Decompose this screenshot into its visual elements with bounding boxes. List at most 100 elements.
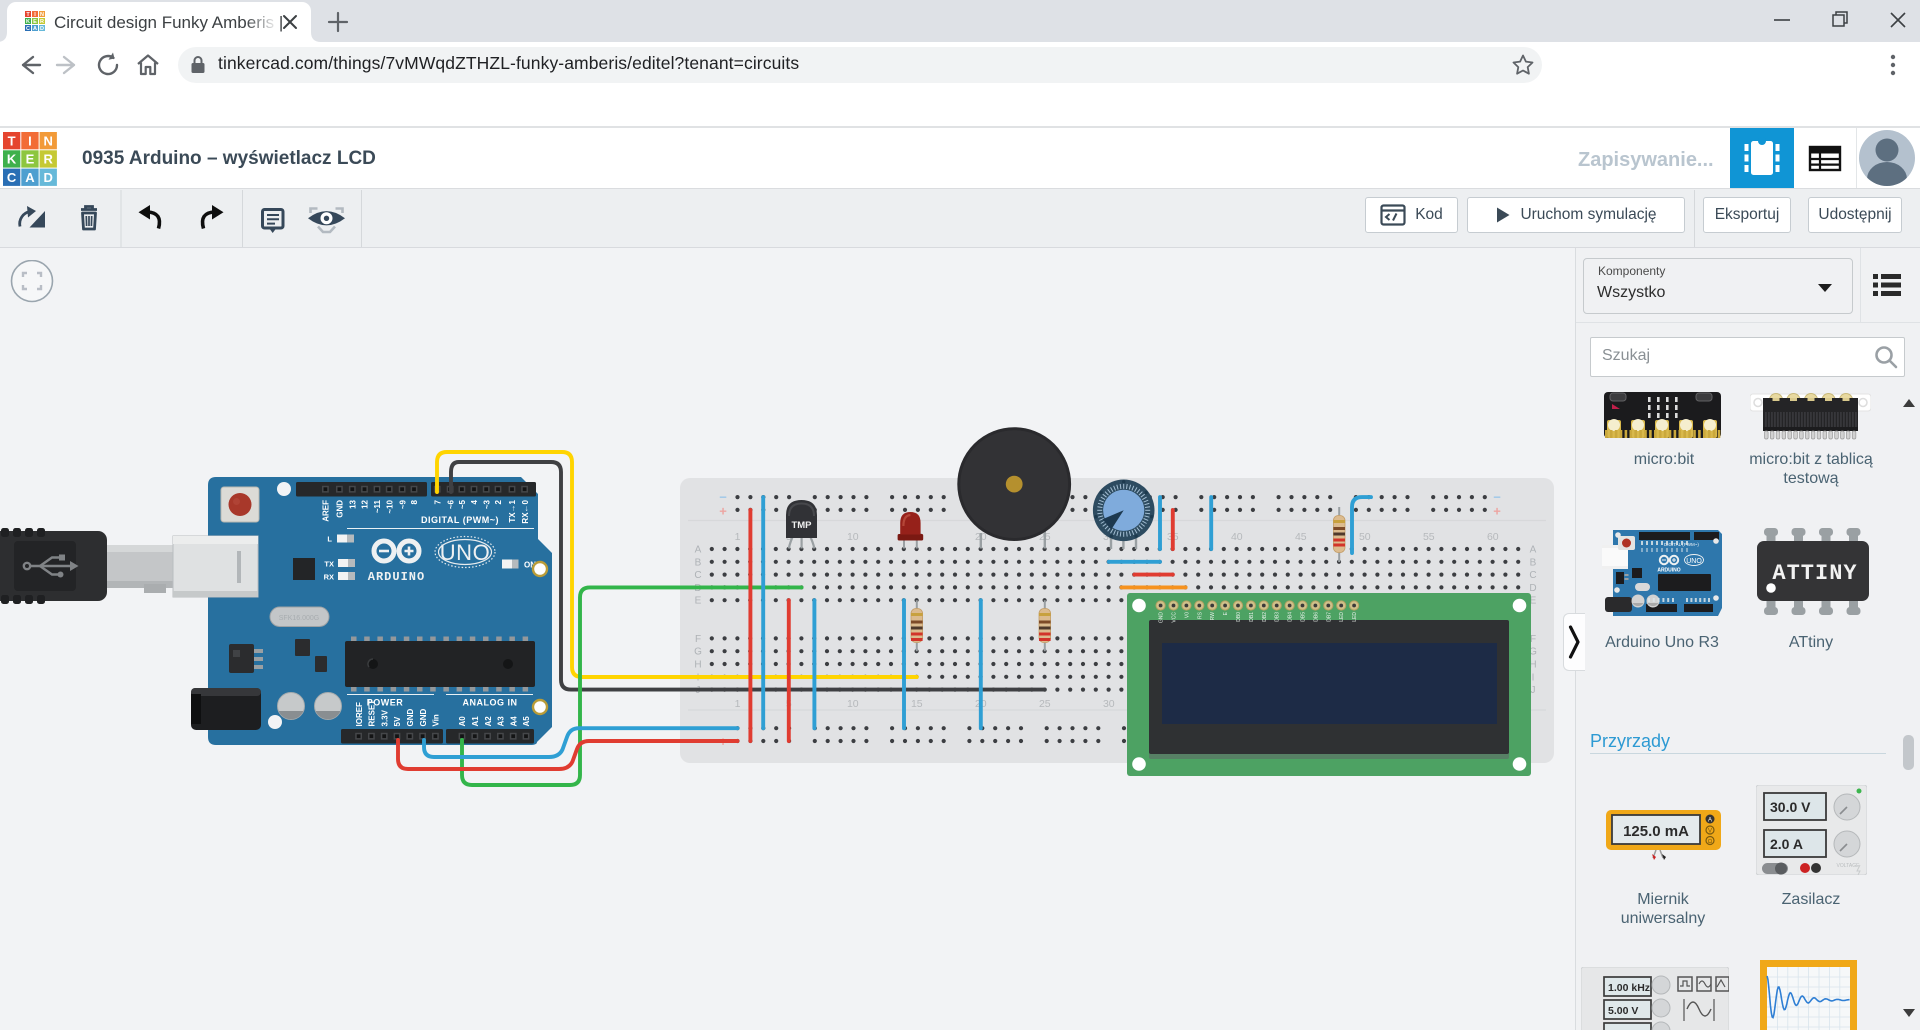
svg-text:DB5: DB5: [1301, 612, 1307, 622]
svg-text:D: D: [40, 26, 44, 31]
svg-text:Ω: Ω: [1708, 839, 1713, 845]
svg-text:SFK16.000G: SFK16.000G: [279, 615, 319, 622]
svg-text:H: H: [694, 660, 701, 671]
svg-text:UNO: UNO: [440, 540, 490, 565]
svg-text:−: −: [1493, 490, 1501, 505]
svg-text:DB4: DB4: [1288, 612, 1294, 622]
svg-text:E: E: [695, 596, 702, 607]
svg-text:V: V: [1708, 829, 1712, 835]
svg-text:2: 2: [494, 499, 503, 504]
svg-text:ANALOG IN: ANALOG IN: [463, 698, 518, 708]
svg-text:DB2: DB2: [1262, 612, 1268, 622]
svg-text:IOREF: IOREF: [355, 702, 364, 727]
svg-text:VCC: VCC: [1172, 612, 1178, 623]
svg-text:I: I: [28, 133, 32, 148]
svg-text:3.3V: 3.3V: [380, 709, 389, 726]
svg-text:RS: RS: [1197, 611, 1203, 619]
svg-text:45: 45: [1295, 531, 1307, 543]
svg-text:F: F: [695, 634, 701, 645]
svg-text:RX←0: RX←0: [521, 499, 530, 523]
svg-text:DB1: DB1: [1249, 612, 1255, 622]
svg-text:12: 12: [361, 499, 370, 508]
svg-text:50: 50: [1359, 531, 1371, 543]
svg-text:DB6: DB6: [1313, 612, 1319, 622]
svg-text:~10: ~10: [385, 499, 394, 513]
svg-text:GND: GND: [419, 709, 428, 727]
svg-text:C: C: [694, 570, 701, 581]
svg-text:ATTINY: ATTINY: [1772, 561, 1857, 586]
svg-text:T: T: [8, 133, 16, 148]
svg-text:55: 55: [1423, 531, 1435, 543]
svg-text:AREF: AREF: [322, 500, 331, 522]
svg-text:A2: A2: [484, 716, 493, 727]
svg-text:DB7: DB7: [1326, 612, 1332, 622]
svg-text:TX: TX: [324, 560, 334, 569]
svg-text:5.00 V: 5.00 V: [1608, 1005, 1638, 1017]
svg-text:DIGITAL (PWM~): DIGITAL (PWM~): [421, 515, 499, 525]
svg-text:B: B: [1530, 557, 1537, 568]
svg-text:8: 8: [410, 499, 419, 504]
svg-text:40: 40: [1231, 531, 1243, 543]
svg-text:N: N: [40, 12, 44, 18]
svg-text:LED: LED: [1352, 612, 1358, 622]
svg-text:UNO: UNO: [1686, 558, 1702, 565]
svg-text:4: 4: [470, 499, 479, 504]
svg-text:E: E: [26, 152, 35, 167]
svg-text:ARDUINO: ARDUINO: [368, 570, 425, 584]
svg-text:I: I: [1532, 672, 1535, 683]
svg-text:LED: LED: [1339, 612, 1345, 622]
svg-text:+: +: [1493, 504, 1501, 519]
svg-text:C: C: [26, 26, 30, 31]
svg-text:A4: A4: [509, 716, 518, 727]
svg-text:K: K: [26, 19, 30, 25]
svg-text:A0: A0: [458, 716, 467, 727]
svg-text:A: A: [25, 170, 35, 185]
svg-text:D: D: [1529, 583, 1536, 594]
svg-text:RW: RW: [1210, 612, 1216, 621]
svg-text:13: 13: [349, 499, 358, 508]
svg-text:+: +: [719, 504, 727, 519]
svg-text:~6: ~6: [446, 499, 455, 509]
svg-text:25: 25: [1039, 698, 1051, 710]
svg-text:10: 10: [847, 531, 859, 543]
svg-text:−: −: [719, 490, 727, 505]
svg-text:GND: GND: [1159, 612, 1165, 624]
svg-text:R: R: [44, 152, 54, 167]
svg-text:DB0: DB0: [1236, 612, 1242, 622]
svg-text:K: K: [7, 152, 17, 167]
svg-text:~11: ~11: [373, 499, 382, 513]
svg-text:A3: A3: [497, 716, 506, 727]
svg-text:V0: V0: [1184, 612, 1190, 618]
svg-text:DB3: DB3: [1275, 612, 1281, 622]
svg-text:GND: GND: [406, 709, 415, 727]
svg-text:GND: GND: [336, 500, 345, 518]
svg-text:1.00 kHz: 1.00 kHz: [1608, 982, 1650, 994]
svg-text:60: 60: [1487, 531, 1499, 543]
svg-text:A: A: [1530, 545, 1537, 556]
svg-text:A1: A1: [471, 716, 480, 727]
svg-text:15: 15: [911, 698, 923, 710]
svg-text:125.0 mA: 125.0 mA: [1623, 823, 1689, 840]
svg-text:TMP: TMP: [791, 520, 812, 531]
svg-text:A: A: [1708, 818, 1712, 824]
svg-text:L: L: [327, 535, 332, 544]
svg-text:30: 30: [1103, 698, 1115, 710]
svg-text:R: R: [40, 19, 44, 25]
svg-text:1: 1: [735, 531, 741, 543]
svg-text:POWER: POWER: [367, 698, 404, 708]
svg-text:~5: ~5: [458, 499, 467, 509]
svg-text:7: 7: [433, 499, 442, 504]
svg-text:Vin: Vin: [432, 714, 441, 726]
svg-text:30.0 V: 30.0 V: [1770, 799, 1811, 815]
svg-text:A: A: [695, 545, 702, 556]
svg-text:E: E: [33, 19, 37, 25]
svg-text:N: N: [44, 133, 53, 148]
svg-text:C: C: [1529, 570, 1536, 581]
svg-text:RX: RX: [324, 573, 334, 582]
svg-text:ARDUINO: ARDUINO: [1657, 568, 1680, 574]
svg-text:J: J: [1531, 685, 1536, 696]
svg-text:~3: ~3: [482, 499, 491, 509]
svg-text:10: 10: [847, 698, 859, 710]
svg-text:A: A: [33, 26, 37, 31]
svg-text:C: C: [7, 170, 17, 185]
